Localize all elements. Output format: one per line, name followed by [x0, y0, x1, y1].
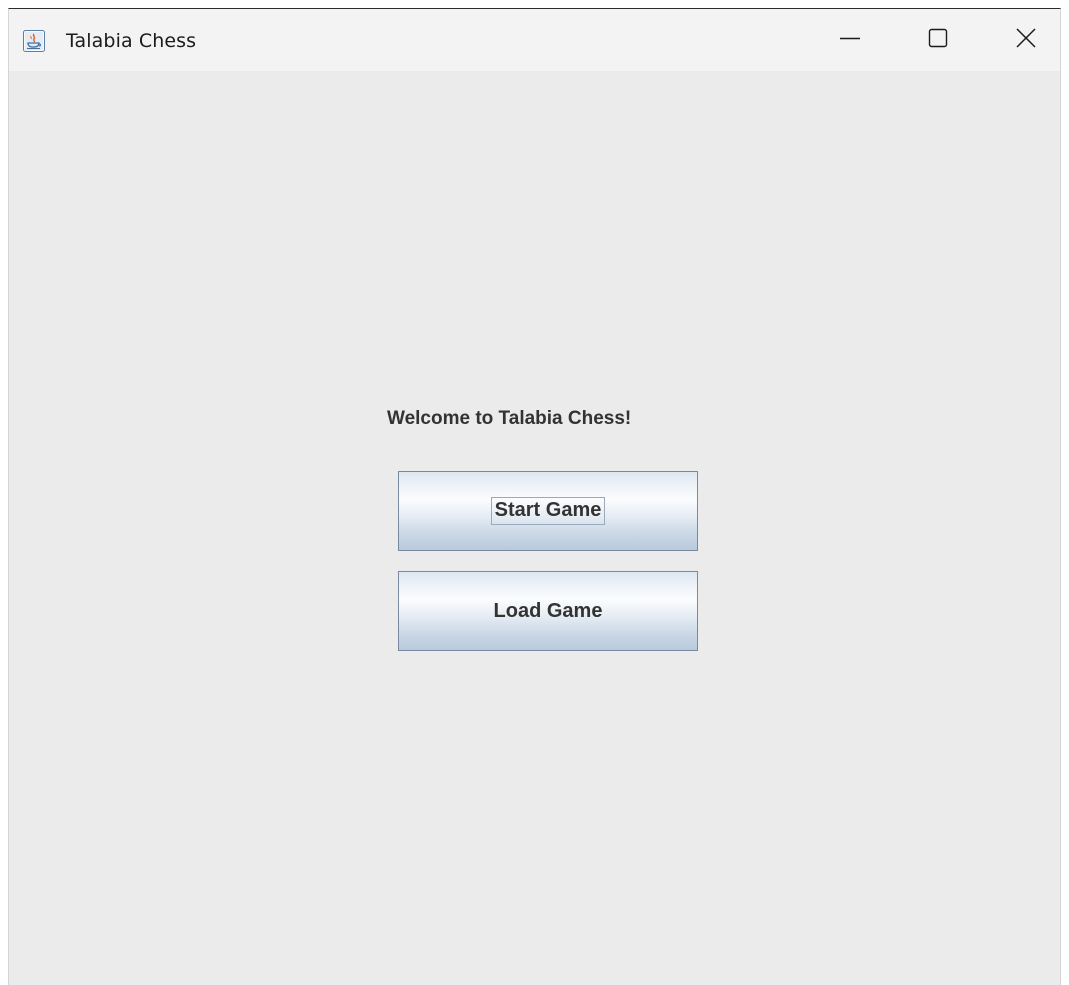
close-button[interactable] [991, 9, 1060, 71]
close-icon [1015, 27, 1037, 54]
minimize-icon [839, 27, 861, 54]
load-game-button[interactable]: Load Game [398, 571, 698, 651]
maximize-button[interactable] [903, 9, 973, 71]
title-bar[interactable]: Talabia Chess [9, 9, 1060, 71]
start-game-label: Start Game [490, 497, 606, 525]
load-game-label: Load Game [493, 599, 603, 622]
minimize-button[interactable] [815, 9, 885, 71]
welcome-label: Welcome to Talabia Chess! [387, 408, 632, 429]
maximize-icon [927, 27, 949, 54]
java-coffee-icon[interactable] [23, 30, 45, 52]
app-window: Talabia Chess Welcome to Talabia Chess! … [8, 8, 1061, 985]
start-game-button[interactable]: Start Game [398, 471, 698, 551]
main-panel: Welcome to Talabia Chess! Start Game Loa… [9, 71, 1060, 985]
window-title: Talabia Chess [66, 30, 197, 52]
